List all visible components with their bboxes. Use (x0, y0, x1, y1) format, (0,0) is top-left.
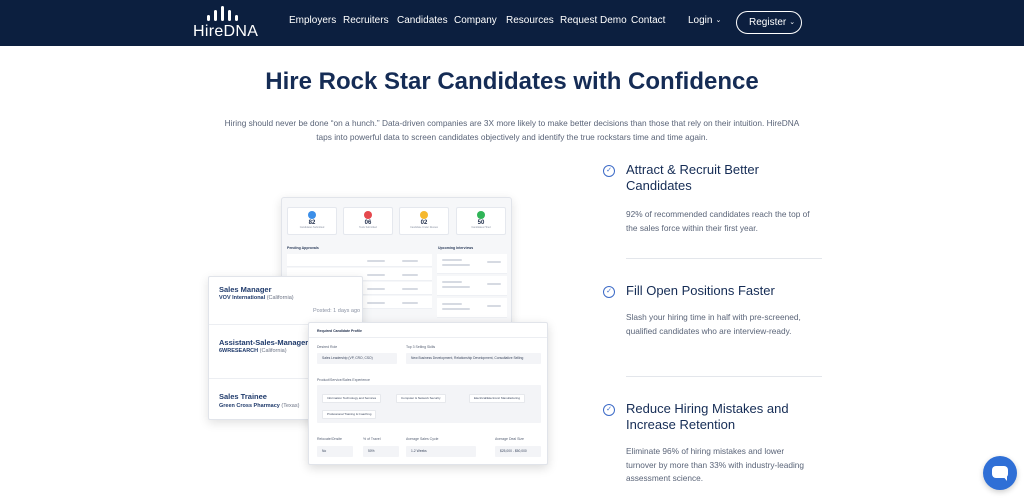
chevron-down-icon: ⌄ (789, 19, 796, 26)
nav-candidates[interactable]: Candidates (397, 15, 448, 26)
company-location: (Texas) (281, 403, 300, 409)
nav-employers[interactable]: Employers (289, 15, 336, 26)
check-circle-icon: ✓ (603, 404, 615, 416)
hiredna-logo[interactable]: HireDNA (193, 5, 263, 41)
stat-label: Tests Submitted (359, 226, 377, 229)
login-label: Login (688, 15, 713, 26)
chat-button[interactable] (983, 456, 1017, 490)
company-location: (California) (266, 295, 294, 301)
skills-label: Top 3 Selling Skills (406, 345, 436, 349)
feature-title: Reduce Hiring Mistakes and Increase Rete… (626, 401, 789, 432)
feature-title: Fill Open Positions Faster (626, 283, 775, 298)
posted-time: Posted: 1 days ago (313, 308, 361, 314)
page-title: Hire Rock Star Candidates with Confidenc… (265, 68, 759, 95)
feature-body: Slash your hiring time in half with pre-… (626, 312, 801, 336)
check-circle-icon: ✓ (603, 165, 615, 177)
stat-label: Candidates Submitted (299, 226, 325, 229)
login-menu[interactable]: Login ⌄ (688, 15, 721, 26)
field-value: No (317, 446, 353, 457)
experience-chip: Information Technology and Services (322, 394, 382, 403)
top-navbar: HireDNA Employers Recruiters Candidates … (0, 0, 1024, 46)
candidates-icon (308, 211, 316, 219)
stat-card: 06 Tests Submitted (343, 207, 393, 235)
check-circle-icon: ✓ (603, 286, 615, 298)
job-company: VOV International (California) (219, 295, 294, 301)
job-title[interactable]: Assistant-Sales-Manager (219, 338, 308, 347)
nav-recruiters[interactable]: Recruiters (343, 15, 389, 26)
field-label: Average Sales Cycle (406, 437, 439, 441)
nav-contact[interactable]: Contact (631, 15, 665, 26)
divider (626, 376, 822, 377)
field-label: % of Travel (363, 437, 381, 441)
company-name: Green Cross Pharmacy (219, 403, 280, 409)
company-name: 6WRESEARCH (219, 348, 259, 354)
experience-chip: Professional Training & Coaching (322, 410, 377, 419)
stat-label: Candidate Under Review (410, 226, 438, 229)
stat-card: 82 Candidates Submitted (287, 207, 337, 235)
feature-title: Attract & Recruit Better Candidates (626, 162, 759, 193)
divider (626, 258, 822, 259)
nav-company[interactable]: Company (454, 15, 497, 26)
skills-value: New Business Development, Relationship D… (406, 353, 541, 364)
review-icon (420, 211, 428, 219)
stat-card: 50 Candidates Hired (456, 207, 506, 235)
field-label: Average Deal Size (495, 437, 524, 441)
job-company: Green Cross Pharmacy (Texas) (219, 403, 299, 409)
tests-icon (364, 211, 372, 219)
experience-chip: Electrical/Electronic Manufacturing (469, 394, 526, 403)
hero-subtitle: Hiring should never be done “on a hunch.… (224, 118, 800, 142)
logo-bars-icon (207, 5, 247, 21)
feature-body: 92% of recommended candidates reach the … (626, 209, 810, 233)
experience-label: Product/Service/Sales Experience (317, 378, 370, 382)
candidate-profile-card: Required Candidate Profile Desired Role … (308, 322, 548, 465)
job-title[interactable]: Sales Trainee (219, 392, 267, 401)
chevron-down-icon: ⌄ (715, 17, 722, 24)
logo-text: HireDNA (193, 23, 259, 40)
experience-chip: Computer & Network Security (396, 394, 446, 403)
register-label: Register (749, 17, 787, 28)
job-title[interactable]: Sales Manager (219, 285, 272, 294)
stat-label: Candidates Hired (471, 226, 491, 229)
pending-approvals-heading: Pending Approvals (287, 246, 319, 250)
field-value: 50% (363, 446, 399, 457)
nav-resources[interactable]: Resources (506, 15, 554, 26)
list-item[interactable]: Sales Manager VOV International (Califor… (209, 277, 364, 325)
stat-card: 02 Candidate Under Review (399, 207, 449, 235)
profile-heading: Required Candidate Profile (317, 329, 362, 333)
field-label: Relocate/Onsite (317, 437, 342, 441)
field-value: 1-2 Weeks (406, 446, 476, 457)
register-button[interactable]: Register ⌄ (736, 11, 802, 34)
desired-role-value: Sales Leadership (VP, CRO, CSO) (317, 353, 397, 364)
field-value: $25,000 - $50,000 (495, 446, 541, 457)
desired-role-label: Desired Role (317, 345, 338, 349)
company-name: VOV International (219, 295, 266, 301)
feature-body: Eliminate 96% of hiring mistakes and low… (626, 446, 805, 484)
hired-icon (477, 211, 485, 219)
job-company: 6WRESEARCH (California) (219, 348, 287, 354)
upcoming-interviews-heading: Upcoming Interviews (438, 246, 474, 250)
company-location: (California) (259, 348, 287, 354)
nav-request-demo[interactable]: Request Demo (560, 15, 627, 26)
